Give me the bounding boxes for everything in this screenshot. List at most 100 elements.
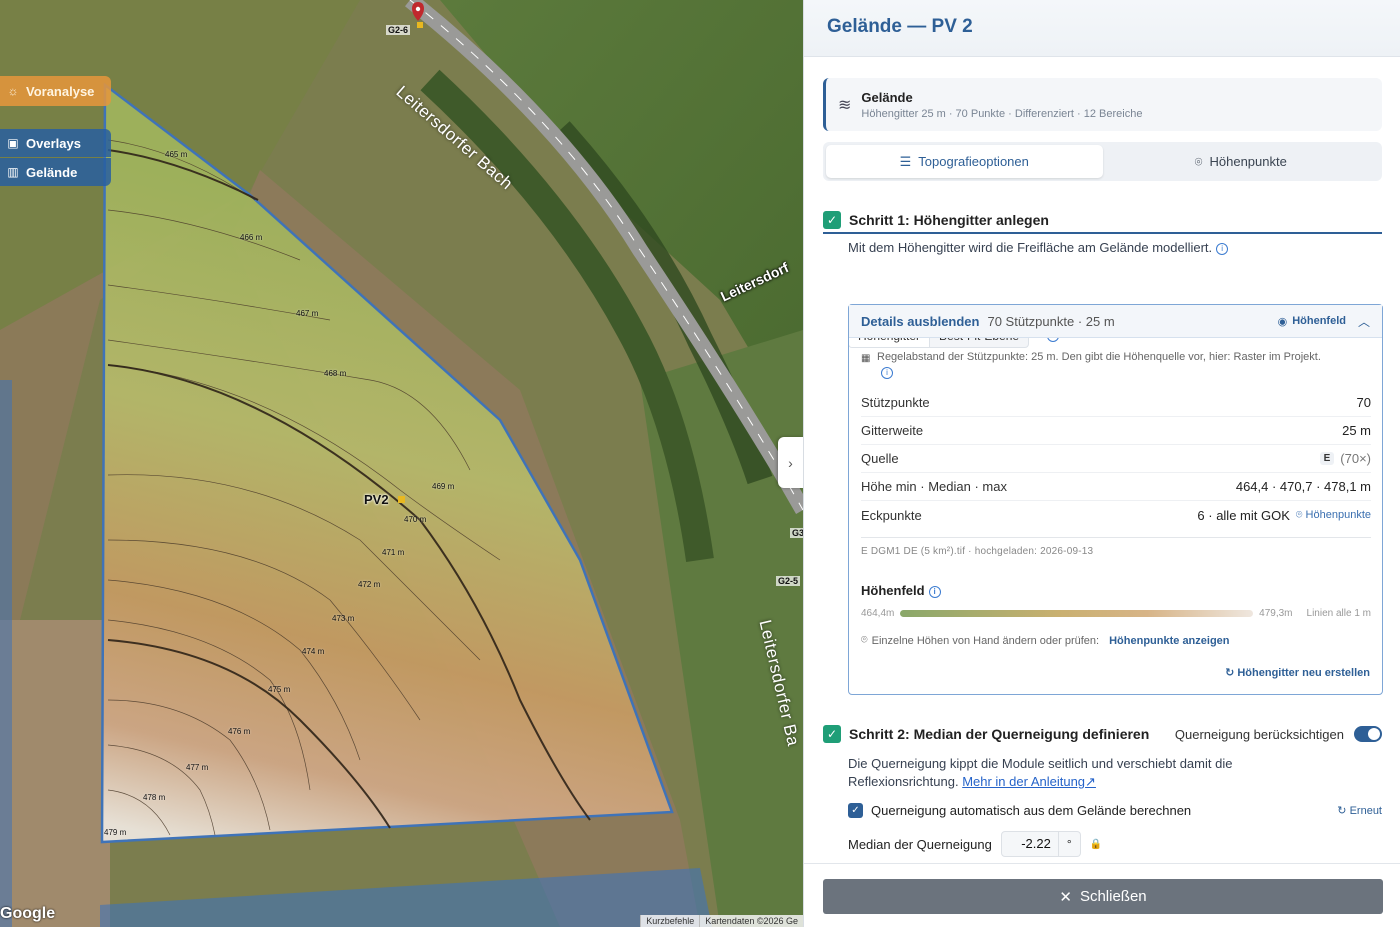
tab-label: Topografieoptionen — [918, 154, 1029, 169]
voranalyse-label: Voranalyse — [26, 83, 95, 99]
pin-label-g3[interactable]: G3 — [790, 528, 803, 538]
details-header[interactable]: Details ausblenden 70 Stützpunkte · 25 m… — [849, 305, 1382, 338]
details-toggle-title[interactable]: Details ausblenden — [861, 314, 979, 329]
divider — [861, 537, 1371, 538]
heightfield-title: Höhenfeld i — [861, 583, 941, 598]
sun-icon: ☼ — [7, 84, 19, 98]
pin-label-g2-6[interactable]: G2-6 — [386, 25, 411, 35]
contour-label: 473 m — [332, 614, 355, 623]
step1-header: ✓ Schritt 1: Höhengitter anlegen — [823, 207, 1382, 234]
panel-content[interactable]: ≋ Gelände Höhengitter 25 m · 70 Punkte ·… — [804, 57, 1400, 863]
panel-title: Gelände — PV 2 — [827, 16, 973, 37]
tab-label: Höhenpunkte — [1209, 154, 1287, 169]
auto-calc-checkbox[interactable]: ✓ — [848, 803, 863, 818]
contour-label: 478 m — [143, 793, 166, 802]
median-label: Median der Querneigung — [848, 836, 992, 852]
row-value-group: 6 · alle mit GOK ⌾ Höhenpunkte — [1197, 508, 1371, 523]
map-attribution: Kurzbefehle Kartendaten ©2026 Ge — [640, 915, 803, 927]
source-badge: E — [1319, 452, 1335, 465]
hoehenpunkte-link-label: Höhenpunkte — [1305, 508, 1371, 521]
external-link-icon: ↗ — [1085, 774, 1096, 789]
contour-label: 468 m — [324, 369, 347, 378]
info-icon[interactable]: i — [881, 367, 893, 380]
median-unit: ° — [1058, 831, 1081, 857]
info-icon[interactable]: i — [928, 585, 941, 598]
heightfield-toggle[interactable]: ◉ Höhenfeld — [1278, 315, 1346, 328]
cross-slope-toggle[interactable] — [1354, 726, 1382, 742]
regenerate-grid-button[interactable]: ↻ Höhengitter neu erstellen — [1225, 666, 1370, 679]
step1-title: Schritt 1: Höhengitter anlegen — [849, 211, 1049, 228]
refresh-icon: ↻ — [1225, 667, 1235, 679]
voranalyse-button[interactable]: ☼ Voranalyse — [0, 76, 111, 106]
pin-label-g2-5[interactable]: G2-5 — [776, 576, 801, 586]
row-gitterweite: Gitterweite 25 m — [861, 417, 1371, 445]
contour-label: 467 m — [296, 309, 319, 318]
close-button[interactable]: ✕ Schließen — [823, 879, 1383, 914]
grid-spacing-note: ▦ Regelabstand der Stützpunkte: 25 m. De… — [861, 349, 1321, 381]
map-data-credit: Kartendaten ©2026 Ge — [699, 915, 803, 927]
location-pin-icon: ⌾ — [1295, 508, 1303, 521]
median-input[interactable]: -2.22 — [1000, 831, 1059, 857]
shortcuts-link[interactable]: Kurzbefehle — [640, 915, 699, 927]
contour-label: 474 m — [302, 647, 325, 656]
source-file-note: E DGM1 DE (5 km²).tif · hochgeladen: 202… — [861, 546, 1094, 557]
legend-min: 464,4m — [861, 608, 895, 619]
source-count: (70×) — [1340, 451, 1371, 466]
gelaende-label: Gelände — [26, 164, 78, 180]
grid-icon: ▦ — [861, 353, 871, 364]
row-key: Stützpunkte — [861, 395, 930, 410]
step1-description: Mit dem Höhengitter wird die Freifläche … — [848, 239, 1229, 257]
map-imagery — [0, 0, 803, 927]
row-value: 464,4 · 470,7 · 478,1 m — [1235, 479, 1371, 494]
chevron-up-icon[interactable]: ︿ — [1358, 313, 1370, 330]
row-value: 70 — [1356, 395, 1371, 410]
manual-link[interactable]: Mehr in der Anleitung↗ — [962, 774, 1096, 789]
overlays-button[interactable]: ▣ Overlays — [0, 129, 111, 157]
recalculate-label: Erneut — [1349, 805, 1382, 817]
check-icon: ✓ — [823, 725, 841, 743]
heightfield-legend: 464,4m 479,3m Linien alle 1 m — [861, 608, 1371, 619]
tab-hoehenpunkte[interactable]: ⌾ Höhenpunkte — [1103, 145, 1380, 178]
check-icon: ✓ — [823, 210, 841, 229]
location-pin-icon: ⌾ — [1194, 153, 1203, 169]
overlays-label: Overlays — [26, 135, 81, 151]
row-eckpunkte: Eckpunkte 6 · alle mit GOK ⌾ Höhenpunkte — [861, 501, 1371, 529]
show-hoehenpunkte-link[interactable]: Höhenpunkte anzeigen — [1109, 635, 1229, 647]
collapse-panel-button[interactable]: › — [778, 437, 803, 488]
contour-label: 475 m — [268, 685, 291, 694]
side-panel: Gelände — PV 2 ≋ Gelände Höhengitter 25 … — [803, 0, 1400, 927]
grid-note-text: Regelabstand der Stützpunkte: 25 m. Den … — [877, 351, 1321, 363]
pv2-label[interactable]: PV2 — [364, 492, 389, 507]
lock-icon[interactable]: 🔒 — [1090, 839, 1102, 850]
heightfield-hint: ⌾ Einzelne Höhen von Hand ändern oder pr… — [861, 634, 1230, 647]
contour-label: 471 m — [382, 548, 405, 557]
contour-label: 472 m — [358, 580, 381, 589]
layer-subtitle: Höhengitter 25 m · 70 Punkte · Differenz… — [861, 107, 1143, 120]
auto-calc-row: ✓ Querneigung automatisch aus dem Geländ… — [848, 803, 1382, 818]
info-icon[interactable]: i — [1216, 242, 1229, 255]
map-view[interactable]: Leitersdorfer Bach Leitersdorf Leitersdo… — [0, 0, 803, 927]
recalculate-button[interactable]: ↻ Erneut — [1337, 804, 1382, 817]
heightfield-toggle-label: Höhenfeld — [1292, 315, 1346, 327]
panel-footer: ✕ Schließen — [804, 863, 1400, 927]
close-label: Schließen — [1079, 888, 1147, 905]
contour-label: 476 m — [228, 727, 251, 736]
layers-icon: ≋ — [838, 96, 852, 114]
eye-icon: ◉ — [1277, 315, 1288, 328]
contour-label: 465 m — [165, 150, 188, 159]
contour-label: 470 m — [404, 515, 427, 524]
gelaende-button[interactable]: ▥ Gelände — [0, 158, 111, 186]
row-value: 6 · alle mit GOK — [1197, 507, 1290, 523]
row-quelle: Quelle E (70×) — [861, 445, 1371, 473]
tab-topografieoptionen[interactable]: ☰ Topografieoptionen — [826, 145, 1103, 178]
hoehenpunkte-link[interactable]: ⌾ Höhenpunkte — [1296, 509, 1371, 522]
refresh-icon: ↻ — [1337, 805, 1347, 817]
step2-description: Die Querneigung kippt die Module seitlic… — [848, 755, 1268, 791]
layer-card[interactable]: ≋ Gelände Höhengitter 25 m · 70 Punkte ·… — [823, 78, 1382, 131]
row-value-group: E (70×) — [1319, 451, 1371, 466]
location-pin-icon: ⌾ — [861, 634, 868, 646]
map-icon: ▥ — [7, 165, 19, 179]
tab-bar: ☰ Topografieoptionen ⌾ Höhenpunkte — [823, 142, 1382, 181]
step2-header: ✓ Schritt 2: Median der Querneigung defi… — [823, 723, 1382, 745]
contour-label: 466 m — [240, 233, 263, 242]
